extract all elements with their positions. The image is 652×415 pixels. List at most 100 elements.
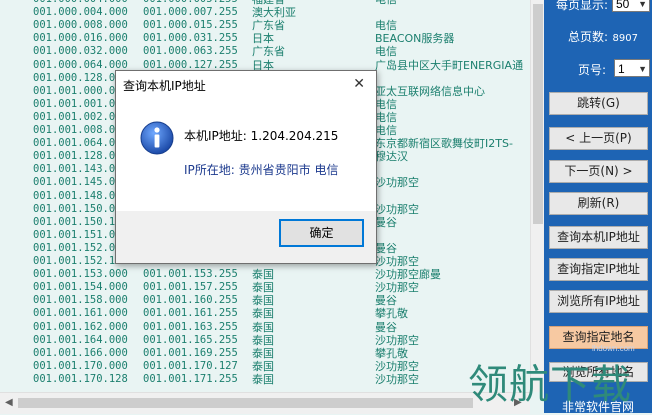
country-cell: 福建省 — [252, 0, 370, 6]
end-ip-cell: 001.001.153.255 — [143, 268, 238, 281]
per-page-label: 每页显示: — [556, 0, 609, 12]
location-cell: 沙功那空廊曼 — [375, 268, 441, 282]
location-cell: 沙功那空 — [375, 176, 419, 190]
dialog-titlebar[interactable]: 查询本机IP地址 ✕ — [116, 71, 376, 99]
table-row[interactable]: 001.000.004.000 001.000.005.255福建省电信 — [0, 0, 530, 6]
end-ip-cell: 001.000.007.255 — [143, 6, 238, 19]
end-ip-cell: 001.000.031.255 — [143, 32, 238, 45]
end-ip-cell: 001.001.157.255 — [143, 281, 238, 294]
end-ip-cell: 001.000.015.255 — [143, 19, 238, 32]
start-ip-cell: 001.001.170.000 — [33, 359, 128, 372]
location-cell: 沙功那空 — [375, 255, 419, 268]
start-ip-cell: 001.001.164.000 — [33, 333, 128, 346]
location-cell: 电信 — [375, 97, 397, 111]
chevron-down-icon: ▼ — [638, 64, 647, 74]
table-row[interactable]: 001.000.016.000 001.000.031.255 日本 BEACON服务… — [0, 32, 530, 45]
table-row[interactable]: 001.000.004.000 001.000.007.255 澳大利亚 — [0, 6, 530, 19]
table-row[interactable]: 001.001.162.000 001.001.163.255 泰国 曼谷 — [0, 321, 530, 334]
start-ip-cell: 001.001.162.000 — [33, 320, 128, 333]
table-row[interactable]: 001.001.164.000 001.001.165.255 泰国 沙功那空 — [0, 334, 530, 347]
table-row[interactable]: 001.001.170.000 001.001.170.127 泰国 沙功那空 — [0, 360, 530, 373]
country-cell: 澳大利亚 — [252, 6, 296, 20]
prev-page-button[interactable]: < 上一页(P) — [549, 127, 648, 150]
vertical-scroll-thumb[interactable] — [533, 4, 543, 224]
location-cell: 曼谷 — [375, 320, 397, 334]
end-ip-cell: 001.001.160.255 — [143, 294, 238, 307]
page-number-select[interactable]: 1 ▼ — [614, 59, 650, 77]
country-cell: 泰国 — [252, 359, 274, 373]
location-cell: 电信 — [375, 19, 397, 33]
start-ip-cell: 001.000.008.000 — [33, 19, 128, 32]
table-row[interactable]: 001.001.161.000 001.001.161.255 泰国 攀孔敬 — [0, 307, 530, 320]
country-cell: 广东省 — [252, 45, 285, 59]
location-cell: 电信 — [375, 110, 397, 124]
table-row[interactable]: 001.001.166.000 001.001.169.255 泰国 攀孔敬 — [0, 347, 530, 360]
country-cell: 泰国 — [252, 294, 274, 308]
country-cell: 泰国 — [252, 307, 274, 321]
browse-all-ip-button[interactable]: 浏览所有IP地址 — [549, 290, 648, 313]
location-cell: 东京都新宿区歌舞伎町I2TS- — [375, 137, 513, 151]
horizontal-scroll-thumb[interactable] — [18, 398, 473, 408]
location-cell: 广岛县中区大手町ENERGIA通 — [375, 58, 524, 72]
table-row[interactable]: 001.000.008.000 001.000.015.255 广东省 电信 — [0, 19, 530, 32]
close-icon[interactable]: ✕ — [353, 75, 365, 92]
dialog-body: 本机IP地址: 1.204.204.215 IP所在地: 贵州省贵阳市 电信 — [116, 99, 376, 211]
scroll-left-arrow-icon[interactable]: ◀ — [5, 397, 13, 408]
location-cell: 电信 — [375, 124, 397, 137]
location-cell: 电信 — [375, 45, 397, 59]
info-icon — [140, 121, 174, 155]
end-ip-cell: 001.000.005.255 — [143, 0, 249, 6]
location-cell: 穆达汉 — [375, 150, 408, 164]
start-ip-cell: 001.000.032.000 — [33, 45, 128, 58]
start-ip-cell: 001.000.016.000 — [33, 32, 128, 45]
page-number-value: 1 — [618, 62, 625, 76]
total-pages-label: 总页数: — [568, 30, 609, 44]
start-ip-cell: 001.000.004.000 — [33, 6, 128, 19]
start-ip-cell: 001.001.166.000 — [33, 346, 128, 359]
country-cell: 泰国 — [252, 281, 274, 295]
country-cell: 泰国 — [252, 346, 274, 360]
goto-button[interactable]: 跳转(G) — [549, 92, 648, 115]
page-number-label: 页号: — [578, 63, 607, 77]
start-ip-cell: 001.001.153.000 — [33, 268, 128, 281]
query-local-ip-button[interactable]: 查询本机IP地址 — [549, 226, 648, 249]
end-ip-cell: 001.000.063.255 — [143, 45, 238, 58]
total-pages-value: 8907 — [612, 33, 638, 44]
start-ip-cell: 001.001.158.000 — [33, 294, 128, 307]
location-cell: BEACON服务器 — [375, 32, 455, 46]
country-cell: 泰国 — [252, 372, 274, 386]
location-cell: 曼谷 — [375, 215, 397, 229]
country-cell: 泰国 — [252, 333, 274, 347]
table-row[interactable]: 001.001.154.000 001.001.157.255 泰国 沙功那空 — [0, 281, 530, 294]
per-page-value: 50 — [616, 0, 630, 11]
table-row[interactable]: 001.001.170.128 001.001.171.255 泰国 沙功那空 — [0, 373, 530, 386]
start-ip-cell: 001.000.004.000 — [33, 0, 139, 6]
country-cell: 泰国 — [252, 268, 274, 282]
table-row[interactable]: 001.001.158.000 001.001.160.255 泰国 曼谷 — [0, 294, 530, 307]
next-page-button[interactable]: 下一页(N) > — [549, 160, 648, 183]
end-ip-cell: 001.001.163.255 — [143, 320, 238, 333]
end-ip-cell: 001.001.165.255 — [143, 333, 238, 346]
table-row[interactable]: 001.000.032.000 001.000.063.255 广东省 电信 — [0, 45, 530, 58]
local-ip-text: 本机IP地址: 1.204.204.215 — [184, 129, 339, 143]
query-specific-ip-button[interactable]: 查询指定IP地址 — [549, 258, 648, 281]
end-ip-cell: 001.001.161.255 — [143, 307, 238, 320]
refresh-button[interactable]: 刷新(R) — [549, 192, 648, 215]
ok-button[interactable]: 确定 — [279, 219, 364, 247]
location-cell: 曼谷 — [375, 294, 397, 308]
total-pages: 总页数: 8907 — [568, 28, 638, 46]
start-ip-cell: 001.001.161.000 — [33, 307, 128, 320]
vertical-scrollbar[interactable] — [530, 0, 545, 392]
end-ip-cell: 001.001.171.255 — [143, 372, 238, 385]
per-page-select[interactable]: 50 ▼ — [612, 0, 650, 12]
location-cell: 沙功那空 — [375, 333, 419, 347]
table-row[interactable]: 001.001.153.000 001.001.153.255 泰国 沙功那空廊曼 — [0, 268, 530, 281]
ip-location-text: IP所在地: 贵州省贵阳市 电信 — [184, 163, 339, 177]
location-cell: 攀孔敬 — [375, 307, 408, 321]
dialog-title: 查询本机IP地址 — [123, 79, 206, 93]
country-cell: 广东省 — [252, 19, 285, 33]
query-local-ip-dialog: 查询本机IP地址 ✕ 本机IP地址: 1.204.204.215 IP所在地: … — [115, 70, 377, 264]
location-cell: 沙功那空 — [375, 281, 419, 295]
horizontal-scrollbar[interactable]: ◀ ▶ — [0, 392, 530, 414]
watermark-bottom-text: 非常软件官网 — [562, 400, 635, 414]
